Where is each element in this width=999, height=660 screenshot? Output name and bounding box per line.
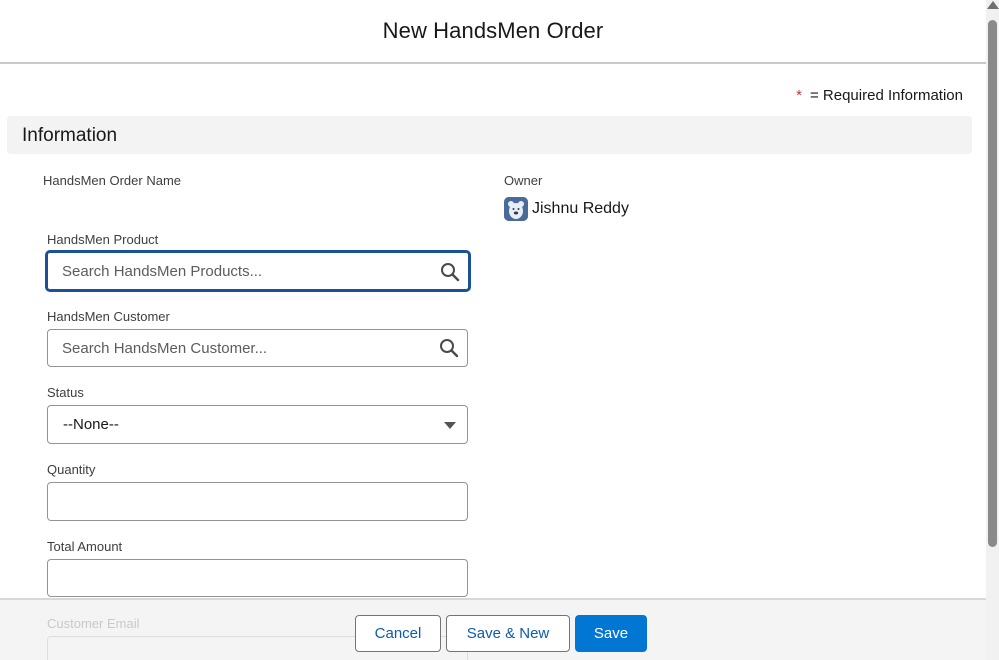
cancel-button[interactable]: Cancel — [355, 615, 441, 652]
search-icon — [441, 263, 460, 282]
scrollbar[interactable] — [986, 0, 999, 660]
owner-name: Jishnu Reddy — [532, 200, 629, 217]
search-icon — [440, 339, 459, 358]
customer-search-input[interactable]: Search HandsMen Customer... — [47, 329, 468, 367]
section-information-header[interactable]: Information — [7, 116, 972, 154]
modal-title: New HandsMen Order — [382, 18, 604, 43]
modal-header: New HandsMen Order — [0, 0, 986, 64]
scrollbar-thumb[interactable] — [988, 20, 997, 547]
required-text: = Required Information — [809, 87, 963, 104]
save-button[interactable]: Save — [575, 615, 647, 652]
avatar — [504, 197, 528, 221]
new-order-modal: New HandsMen Order * = Required Informati… — [0, 0, 986, 660]
required-information-note: * = Required Information — [796, 87, 963, 104]
required-star: * — [796, 87, 802, 104]
total-amount-input[interactable] — [47, 559, 468, 597]
bear-avatar-icon — [504, 197, 528, 221]
customer-search-placeholder: Search HandsMen Customer... — [62, 340, 268, 357]
product-search-placeholder: Search HandsMen Products... — [62, 263, 263, 280]
total-amount-label: Total Amount — [47, 539, 123, 554]
order-name-label: HandsMen Order Name — [43, 173, 181, 188]
owner-label: Owner — [504, 173, 543, 188]
quantity-label: Quantity — [47, 462, 96, 477]
owner-value[interactable]: Jishnu Reddy — [504, 197, 629, 221]
product-label: HandsMen Product — [47, 232, 159, 247]
scroll-up-arrow-icon[interactable] — [987, 1, 999, 9]
chevron-down-icon — [444, 422, 456, 429]
status-select[interactable]: --None-- — [47, 405, 468, 444]
customer-email-label: Customer Email — [47, 616, 140, 631]
save-and-new-button[interactable]: Save & New — [446, 615, 570, 652]
quantity-input[interactable] — [47, 482, 468, 521]
customer-label: HandsMen Customer — [47, 309, 170, 324]
status-label: Status — [47, 385, 84, 400]
product-search-input[interactable]: Search HandsMen Products... — [46, 251, 470, 291]
section-title: Information — [22, 125, 118, 146]
status-selected-value: --None-- — [63, 416, 119, 433]
